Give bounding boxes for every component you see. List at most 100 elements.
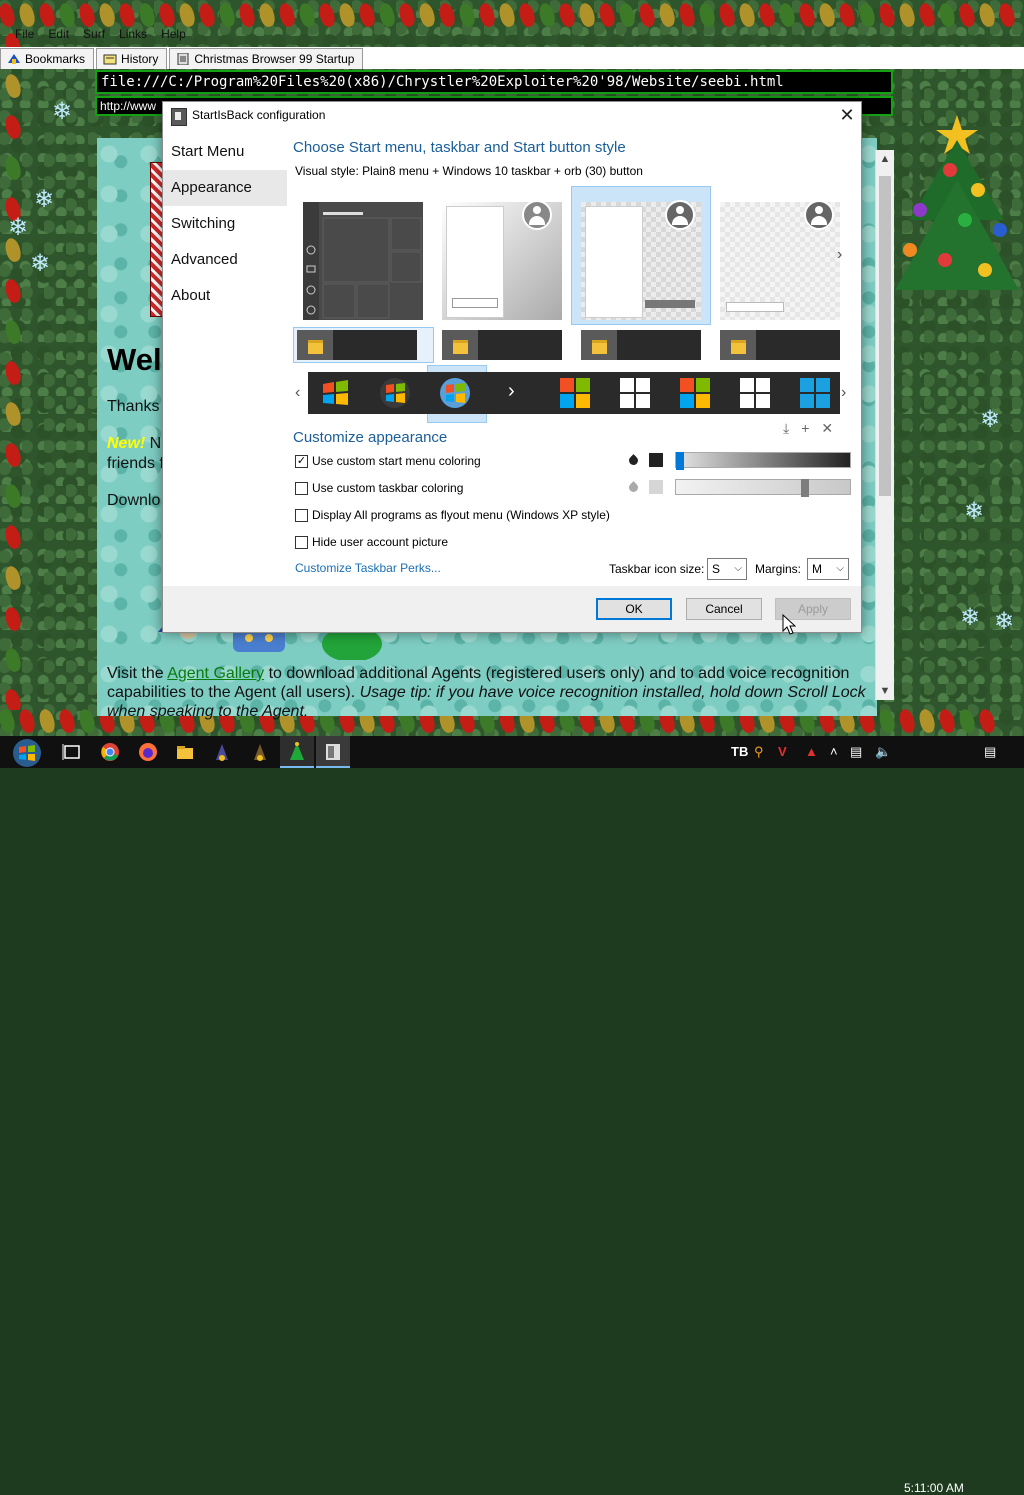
taskbar-style-3[interactable] (581, 330, 701, 360)
xp-flyout-menu-checkbox[interactable]: Display All programs as flyout menu (Win… (295, 508, 610, 522)
taskbar-active-christmas-browser[interactable] (280, 736, 314, 768)
menu-color-swatch[interactable] (649, 453, 663, 467)
add-icon[interactable]: + (801, 420, 809, 437)
delete-icon[interactable]: ✕ (821, 420, 833, 437)
visual-style-label: Visual style: (295, 164, 359, 178)
taskbar-opacity-slider[interactable] (675, 479, 851, 497)
tab-label: History (121, 52, 159, 66)
checkbox-box[interactable] (295, 481, 308, 495)
tab-startup[interactable]: Christmas Browser 99 Startup (169, 48, 364, 69)
start-orb-icon[interactable] (8, 738, 46, 768)
sidebar-item-about[interactable]: About (163, 278, 287, 314)
customize-taskbar-perks-link[interactable]: Customize Taskbar Perks... (295, 561, 441, 575)
menu-pane-preview (585, 206, 643, 318)
search-box-preview (452, 298, 498, 308)
fire-tray-icon[interactable]: ▲ (805, 744, 818, 759)
chevron-right-icon[interactable]: › (837, 246, 842, 264)
win10-white-logo-icon[interactable] (738, 376, 772, 410)
network-icon[interactable]: ▤ (850, 744, 862, 760)
custom-start-menu-coloring-checkbox[interactable]: ✓ Use custom start menu coloring (295, 454, 481, 468)
checkbox-label: Hide user account picture (312, 535, 449, 549)
style-tile-plain8[interactable] (442, 200, 562, 320)
taskbar-style-1[interactable] (297, 330, 417, 360)
menu-edit[interactable]: Edit (43, 27, 74, 45)
folder-icon (442, 330, 478, 360)
cancel-button[interactable]: Cancel (686, 598, 762, 620)
menu-opacity-slider[interactable] (675, 452, 851, 470)
new-badge: New! (107, 435, 146, 452)
sidebar-item-advanced[interactable]: Advanced (163, 242, 287, 278)
style-tile-transparent[interactable] (720, 200, 840, 320)
snowflake-icon: ❄ (30, 250, 51, 277)
win7-glow-orb-icon[interactable] (378, 376, 412, 410)
visual-style-value: Plain8 menu + Windows 10 taskbar + orb (… (362, 164, 643, 178)
custom-taskbar-coloring-checkbox[interactable]: Use custom taskbar coloring (295, 481, 463, 495)
history-icon (103, 54, 117, 65)
chevron-right-icon[interactable]: › (841, 384, 846, 402)
task-view-icon[interactable] (62, 742, 82, 762)
action-center-icon[interactable]: ▤ (984, 744, 996, 760)
taskbar-style-4[interactable] (720, 330, 840, 360)
taskbar-style-2[interactable] (442, 330, 562, 360)
menu-help[interactable]: Help (156, 27, 191, 45)
volume-icon[interactable]: 🔈 (875, 744, 891, 760)
win8-color-logo-icon[interactable] (558, 376, 592, 410)
dialog-footer: OK Cancel Apply (163, 586, 861, 632)
dialog-titlebar[interactable]: StartIsBack configuration ✕ (163, 102, 861, 130)
margins-label: Margins: (755, 562, 802, 576)
sidebar-item-appearance[interactable]: Appearance (163, 170, 287, 206)
chevron-left-icon[interactable]: ‹ (295, 384, 300, 402)
icon-size-label: Taskbar icon size: (609, 562, 705, 576)
tab-history[interactable]: History (96, 48, 168, 69)
new-line: New! N (107, 435, 161, 453)
ok-button[interactable]: OK (596, 598, 672, 620)
snowflake-icon: ❄ (960, 604, 981, 631)
wizard-app-icon[interactable] (250, 742, 270, 762)
checkbox-box[interactable] (295, 535, 308, 549)
antivirus-tray-icon[interactable]: V (778, 744, 787, 759)
startisback-tray-icon[interactable]: TB (731, 744, 748, 759)
style-heading: Choose Start menu, taskbar and Start but… (293, 139, 626, 156)
taskbar-clock[interactable]: 5:11:00 AM (904, 1481, 964, 1495)
search-tray-icon[interactable]: ⚲ (754, 744, 764, 760)
file-explorer-icon[interactable] (175, 742, 195, 762)
menu-links[interactable]: Links (114, 27, 152, 45)
chrome-icon[interactable] (100, 742, 120, 762)
address-bar[interactable]: file:///C:/Program%20Files%20(x86)/Chrys… (95, 70, 893, 94)
taskbar-color-swatch[interactable] (649, 480, 663, 494)
chevron-right-icon[interactable]: › (508, 380, 515, 403)
agent-paragraph: Visit the Agent Gallery to download addi… (107, 664, 867, 721)
slider-thumb[interactable] (676, 452, 684, 470)
style-tile-win10[interactable] (303, 202, 423, 320)
download-icon[interactable]: ⤓ (783, 420, 789, 437)
margins-value: M (812, 562, 822, 576)
win7-orb-icon[interactable] (318, 376, 352, 410)
menu-file[interactable]: File (10, 27, 39, 45)
agent-gallery-link[interactable]: Agent Gallery (167, 665, 264, 682)
snowflake-icon: ❄ (980, 406, 1001, 433)
tab-bookmarks[interactable]: Bookmarks (0, 48, 95, 69)
search-box-preview (726, 302, 784, 312)
menu-surf[interactable]: Surf (78, 27, 110, 45)
firefox-icon[interactable] (138, 742, 158, 762)
sidebar-item-start-menu[interactable]: Start Menu (163, 134, 287, 170)
icon-size-select[interactable]: S ⌵ (707, 558, 747, 580)
taskbar-style-gallery (293, 330, 841, 360)
taskbar-active-startisback[interactable] (316, 736, 350, 768)
start-menu-style-gallery (293, 186, 841, 326)
wizard-app-icon[interactable] (212, 742, 232, 762)
win10-color-logo-icon[interactable] (678, 376, 712, 410)
win10-white-logo-icon[interactable] (618, 376, 652, 410)
win10-blue-logo-icon[interactable] (798, 376, 832, 410)
hide-account-picture-checkbox[interactable]: Hide user account picture (295, 535, 448, 549)
style-tile-plain8-transparent[interactable] (581, 200, 701, 320)
checkbox-box[interactable]: ✓ (295, 454, 308, 468)
slider-thumb[interactable] (801, 479, 809, 497)
checkbox-box[interactable] (295, 508, 308, 522)
margins-select[interactable]: M ⌵ (807, 558, 849, 580)
win7-blue-orb-icon[interactable] (438, 376, 472, 410)
scroll-down-icon[interactable]: ▼ (876, 682, 894, 700)
sidebar-item-switching[interactable]: Switching (163, 206, 287, 242)
close-icon[interactable]: ✕ (833, 102, 861, 128)
show-hidden-icons-icon[interactable]: ˄ (830, 744, 838, 759)
